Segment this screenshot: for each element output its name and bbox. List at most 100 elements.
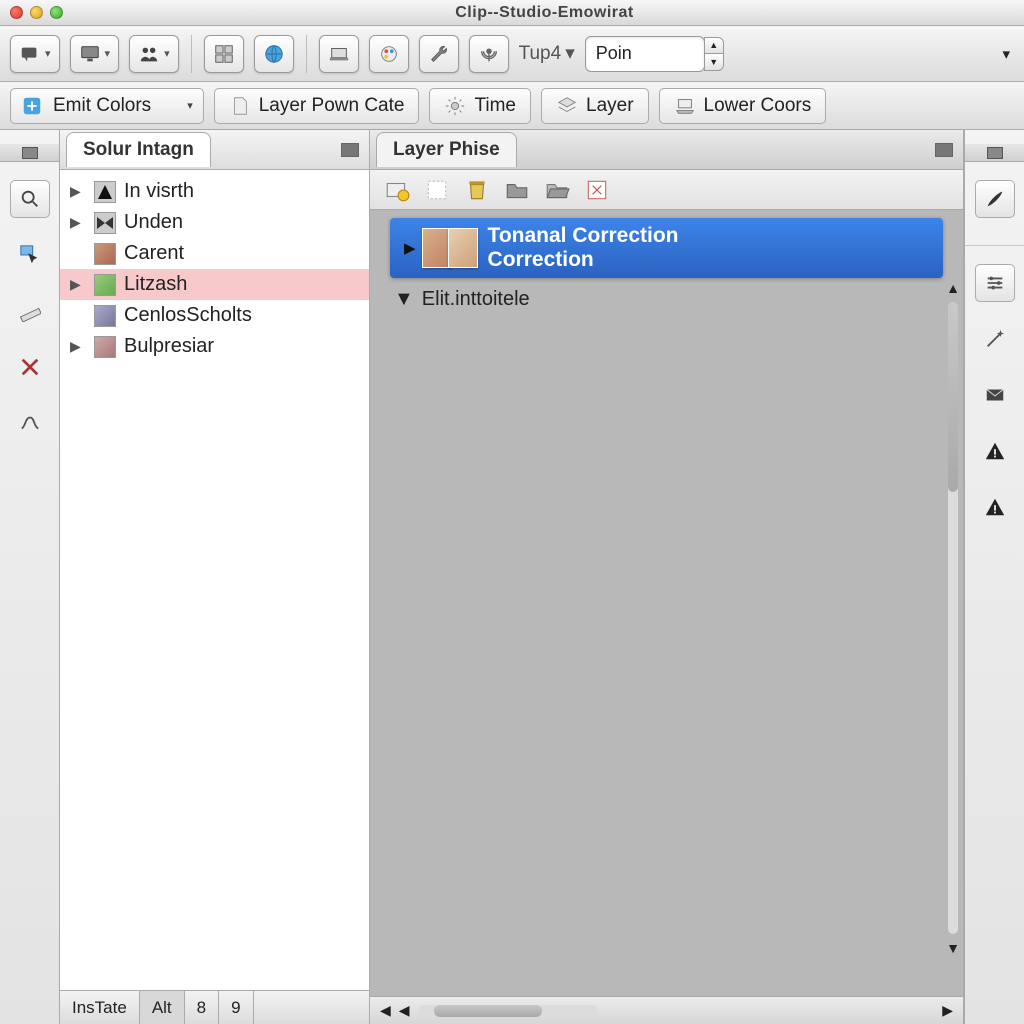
broadcast-icon bbox=[478, 43, 500, 65]
disclosure-icon[interactable]: ▶ bbox=[70, 214, 86, 231]
zoom-icon[interactable] bbox=[50, 6, 63, 19]
toolbar-secondary: Emit Colors ▾ Layer Pown Cate Time Layer… bbox=[0, 82, 1024, 130]
tup-label: Tup4 bbox=[519, 43, 562, 65]
tool-chat-button[interactable]: ▾ bbox=[10, 35, 60, 73]
point-stepper[interactable]: ▲▼ bbox=[704, 37, 724, 71]
tool-device-button[interactable] bbox=[319, 35, 359, 73]
laptop-icon bbox=[674, 95, 696, 117]
tup-dropdown[interactable]: Tup4▾ bbox=[519, 42, 575, 65]
blank-layer-button[interactable] bbox=[424, 178, 450, 202]
toolbar-overflow-icon[interactable]: ▾ bbox=[1002, 45, 1010, 63]
scroll-track[interactable] bbox=[948, 302, 958, 934]
disclosure-open-icon[interactable]: ▼ bbox=[394, 288, 414, 311]
tree-node[interactable]: CenlosScholts bbox=[60, 300, 369, 331]
scroll-down-icon[interactable]: ▼ bbox=[946, 940, 960, 956]
tree-label: Unden bbox=[124, 211, 183, 234]
time-tab[interactable]: Time bbox=[429, 88, 531, 124]
triangle-icon bbox=[94, 181, 116, 203]
lower-coors-tab[interactable]: Lower Coors bbox=[659, 88, 827, 124]
tool-grid-button[interactable] bbox=[204, 35, 244, 73]
disclosure-icon[interactable]: ▶ bbox=[70, 338, 86, 355]
step-down-icon[interactable]: ▼ bbox=[704, 54, 724, 71]
scroll-left2-icon[interactable]: ◀ bbox=[399, 1002, 410, 1019]
scroll-up-icon[interactable]: ▲ bbox=[946, 280, 960, 296]
layer-pown-label: Layer Pown Cate bbox=[259, 95, 405, 117]
folder-button[interactable] bbox=[504, 178, 530, 202]
tree-label: CenlosScholts bbox=[124, 304, 252, 327]
layer-row-selected[interactable]: ▶ Tonanal Correction Correction bbox=[390, 218, 943, 278]
step-up-icon[interactable]: ▲ bbox=[704, 37, 724, 54]
ruler-icon bbox=[19, 300, 41, 322]
solur-tree: ▶In visrth ▶ Unden Carent ▶Litzash Cenlos… bbox=[60, 170, 369, 990]
vertical-scrollbar[interactable]: ▲ ▼ bbox=[945, 280, 961, 956]
tool-display-button[interactable]: ▾ bbox=[70, 35, 120, 73]
tree-node[interactable]: ▶Bulpresiar bbox=[60, 331, 369, 362]
minimize-icon[interactable] bbox=[30, 6, 43, 19]
curve-tool[interactable] bbox=[10, 404, 50, 442]
warning-icon bbox=[984, 496, 1006, 518]
horizontal-scrollbar[interactable]: ◀ ◀ ▶ bbox=[370, 996, 963, 1024]
tool-mic-button[interactable] bbox=[469, 35, 509, 73]
pointer-tool[interactable] bbox=[10, 236, 50, 274]
solur-tab[interactable]: Solur Intagn bbox=[66, 132, 211, 167]
disclosure-icon[interactable]: ▶ bbox=[404, 239, 416, 257]
tree-node-selected[interactable]: ▶Litzash bbox=[60, 269, 369, 300]
ruler-tool[interactable] bbox=[10, 292, 50, 330]
layer-pown-tab[interactable]: Layer Pown Cate bbox=[214, 88, 420, 124]
curve-icon bbox=[19, 412, 41, 434]
layer-icon bbox=[556, 95, 578, 117]
bottom-tab[interactable]: 8 bbox=[185, 991, 219, 1024]
tool-globe-button[interactable] bbox=[254, 35, 294, 73]
tool-palette-button[interactable] bbox=[369, 35, 409, 73]
new-layer-button[interactable] bbox=[384, 178, 410, 202]
hscroll-track[interactable] bbox=[418, 1005, 598, 1017]
tree-node[interactable]: Carent bbox=[60, 238, 369, 269]
monitor-icon bbox=[79, 43, 101, 65]
palette-icon bbox=[378, 43, 400, 65]
scroll-thumb[interactable] bbox=[948, 302, 958, 492]
bottom-tab[interactable]: Alt bbox=[140, 991, 185, 1024]
warning2-tool[interactable] bbox=[975, 488, 1015, 526]
fx-button[interactable] bbox=[584, 178, 610, 202]
tree-node[interactable]: ▶In visrth bbox=[60, 176, 369, 207]
scroll-right-icon[interactable]: ▶ bbox=[942, 1002, 953, 1019]
warning-tool[interactable] bbox=[975, 432, 1015, 470]
layer-thumbnail bbox=[426, 228, 478, 268]
magnify-tool[interactable] bbox=[10, 180, 50, 218]
bottom-tab[interactable]: InsTate bbox=[60, 991, 140, 1024]
folder-open-button[interactable] bbox=[544, 178, 570, 202]
scroll-left-icon[interactable]: ◀ bbox=[380, 1002, 391, 1019]
dock-indicator-icon bbox=[22, 147, 38, 159]
hscroll-thumb[interactable] bbox=[434, 1005, 542, 1017]
disclosure-icon[interactable]: ▶ bbox=[70, 276, 86, 293]
window-title: Clip--Studio-Emowirat bbox=[75, 4, 1014, 22]
group-label: Elit.inttoitele bbox=[422, 288, 530, 311]
tool-wrench-button[interactable] bbox=[419, 35, 459, 73]
bottom-tab[interactable]: 9 bbox=[219, 991, 253, 1024]
layer-toolbar bbox=[370, 170, 963, 210]
device-icon bbox=[328, 43, 350, 65]
solur-panel: Solur Intagn ▶In visrth ▶ Unden Carent ▶L… bbox=[60, 130, 370, 1024]
wand-tool[interactable] bbox=[975, 320, 1015, 358]
panel-menu-icon[interactable] bbox=[935, 143, 953, 157]
disclosure-icon[interactable]: ▶ bbox=[70, 183, 86, 200]
layer-phise-tab[interactable]: Layer Phise bbox=[376, 132, 517, 167]
close-icon[interactable] bbox=[10, 6, 23, 19]
tree-node[interactable]: ▶ Unden bbox=[60, 207, 369, 238]
layer-tab[interactable]: Layer bbox=[541, 88, 649, 124]
brush-icon bbox=[984, 188, 1006, 210]
sliders-tool[interactable] bbox=[975, 264, 1015, 302]
point-input[interactable]: Poin bbox=[585, 36, 705, 72]
emit-colors-dropdown[interactable]: Emit Colors ▾ bbox=[10, 88, 204, 124]
solur-panel-header: Solur Intagn bbox=[60, 130, 369, 170]
layer-group-row[interactable]: ▼ Elit.inttoitele bbox=[370, 278, 963, 321]
cross-tool[interactable] bbox=[10, 348, 50, 386]
brush-tool[interactable] bbox=[975, 180, 1015, 218]
delete-layer-button[interactable] bbox=[464, 178, 490, 202]
mail-tool[interactable] bbox=[975, 376, 1015, 414]
right-tool-strip bbox=[964, 130, 1024, 1024]
panel-menu-icon[interactable] bbox=[341, 143, 359, 157]
thumb-icon bbox=[94, 336, 116, 358]
dock-indicator-icon bbox=[987, 147, 1003, 159]
tool-people-button[interactable]: ▾ bbox=[129, 35, 179, 73]
